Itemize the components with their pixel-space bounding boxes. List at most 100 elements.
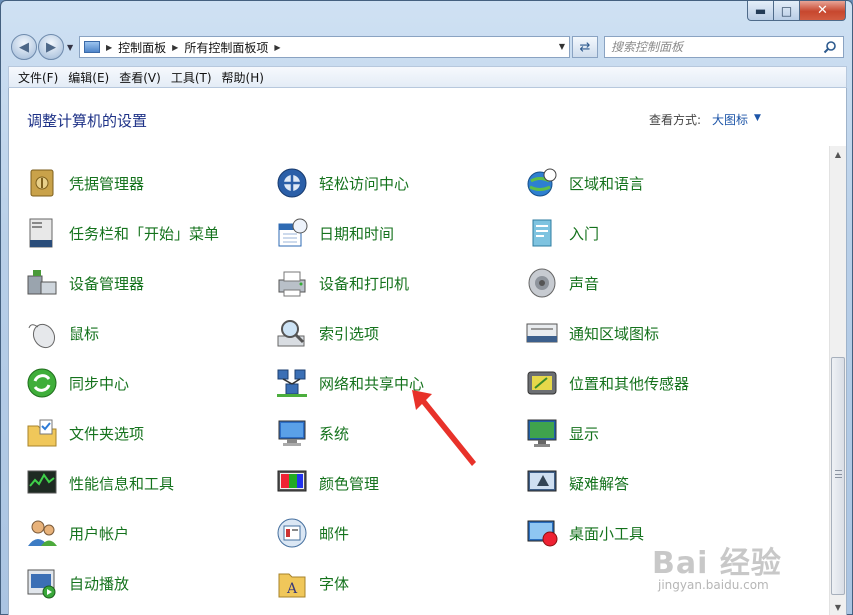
control-panel-item-label[interactable]: 任务栏和「开始」菜单 xyxy=(69,223,219,244)
control-panel-item-label[interactable]: 入门 xyxy=(569,223,599,244)
address-dropdown-icon[interactable]: ▼ xyxy=(559,42,565,51)
magnifier-icon xyxy=(275,316,309,350)
search-icon[interactable] xyxy=(823,40,837,54)
search-input[interactable] xyxy=(611,40,821,54)
control-panel-item-label[interactable]: 日期和时间 xyxy=(319,223,394,244)
location-sensor-icon xyxy=(525,366,559,400)
control-panel-item-label[interactable]: 系统 xyxy=(319,423,349,444)
control-panel-item[interactable]: 同步中心 xyxy=(9,361,249,405)
vertical-scrollbar[interactable]: ▲ ▼ xyxy=(829,146,846,615)
control-panel-item-label[interactable]: 文件夹选项 xyxy=(69,423,144,444)
grip-icon xyxy=(835,470,842,478)
control-panel-item[interactable]: 邮件 xyxy=(259,511,499,555)
svg-text:A: A xyxy=(286,581,298,597)
control-panel-item-label[interactable]: 显示 xyxy=(569,423,599,444)
dropdown-arrow-icon[interactable]: ▼ xyxy=(754,113,761,123)
control-panel-item[interactable]: 区域和语言 xyxy=(509,161,749,205)
breadcrumb-control-panel[interactable]: 控制面板 xyxy=(118,39,166,56)
control-panel-item[interactable]: 性能信息和工具 xyxy=(9,461,249,505)
baidu-watermark: Bai 经验 jingyan.baidu.com xyxy=(652,530,812,600)
calendar-clock-icon xyxy=(275,216,309,250)
control-panel-item[interactable]: 文件夹选项 xyxy=(9,411,249,455)
control-panel-item[interactable]: 鼠标 xyxy=(9,311,249,355)
menu-tools[interactable]: 工具(T) xyxy=(166,69,217,86)
folder-options-icon xyxy=(25,416,59,450)
forward-arrow-icon: ▶ xyxy=(46,39,56,55)
breadcrumb-all-items[interactable]: 所有控制面板项 xyxy=(184,39,268,56)
control-panel-item-label[interactable]: 索引选项 xyxy=(319,323,379,344)
control-panel-item[interactable]: 位置和其他传感器 xyxy=(509,361,749,405)
control-panel-item-label[interactable]: 轻松访问中心 xyxy=(319,173,409,194)
refresh-button[interactable]: ⇄ xyxy=(572,36,598,58)
scroll-up-arrow[interactable]: ▲ xyxy=(830,146,846,163)
control-panel-item[interactable]: 设备和打印机 xyxy=(259,261,499,305)
back-button[interactable]: ◀ xyxy=(11,34,37,60)
view-by-label: 查看方式: xyxy=(649,113,702,127)
chevron-right-icon[interactable]: ▶ xyxy=(106,43,112,52)
control-panel-item[interactable]: 任务栏和「开始」菜单 xyxy=(9,211,249,255)
control-panel-item[interactable]: 显示 xyxy=(509,411,749,455)
control-panel-item[interactable]: 用户帐户 xyxy=(9,511,249,555)
printer-icon xyxy=(275,266,309,300)
control-panel-item[interactable]: 通知区域图标 xyxy=(509,311,749,355)
chevron-right-icon[interactable]: ▶ xyxy=(274,43,280,52)
watermark-url: jingyan.baidu.com xyxy=(658,578,769,592)
control-panel-item-label[interactable]: 自动播放 xyxy=(69,573,129,594)
control-panel-item[interactable]: 索引选项 xyxy=(259,311,499,355)
notification-area-icon xyxy=(525,316,559,350)
autoplay-icon xyxy=(25,566,59,600)
control-panel-item-label[interactable]: 凭据管理器 xyxy=(69,173,144,194)
minimize-button[interactable]: ▬ xyxy=(747,1,774,21)
forward-button[interactable]: ▶ xyxy=(38,34,64,60)
view-by-dropdown[interactable]: 大图标 xyxy=(712,111,748,128)
close-button[interactable]: ✕ xyxy=(800,1,846,21)
maximize-button[interactable]: □ xyxy=(774,1,800,21)
control-panel-item-label[interactable]: 疑难解答 xyxy=(569,473,629,494)
control-panel-item[interactable]: 设备管理器 xyxy=(9,261,249,305)
menu-view[interactable]: 查看(V) xyxy=(114,69,166,86)
control-panel-item-label[interactable]: 鼠标 xyxy=(69,323,99,344)
control-panel-item-label[interactable]: 设备管理器 xyxy=(69,273,144,294)
control-panel-item[interactable]: 声音 xyxy=(509,261,749,305)
scroll-thumb[interactable] xyxy=(831,357,845,595)
control-panel-item[interactable]: 凭据管理器 xyxy=(9,161,249,205)
control-panel-item-label[interactable]: 用户帐户 xyxy=(69,523,129,544)
control-panel-item[interactable]: 日期和时间 xyxy=(259,211,499,255)
control-panel-item-label[interactable]: 网络和共享中心 xyxy=(319,373,424,394)
color-management-icon xyxy=(275,466,309,500)
globe-clock-icon xyxy=(525,166,559,200)
control-panel-item-label[interactable]: 声音 xyxy=(569,273,599,294)
refresh-icon: ⇄ xyxy=(579,39,591,55)
control-panel-item-label[interactable]: 位置和其他传感器 xyxy=(569,373,689,394)
control-panel-item-label[interactable]: 颜色管理 xyxy=(319,473,379,494)
annotation-arrow xyxy=(412,390,476,466)
speaker-icon xyxy=(525,266,559,300)
menu-help[interactable]: 帮助(H) xyxy=(217,69,269,86)
control-panel-item-label[interactable]: 字体 xyxy=(319,573,349,594)
control-panel-item[interactable]: A 字体 xyxy=(259,561,499,605)
control-panel-item-label[interactable]: 区域和语言 xyxy=(569,173,644,194)
control-panel-item-label[interactable]: 邮件 xyxy=(319,523,349,544)
recent-pages-dropdown[interactable]: ▼ xyxy=(67,43,73,52)
scroll-down-arrow[interactable]: ▼ xyxy=(830,599,846,615)
control-panel-item-label[interactable]: 同步中心 xyxy=(69,373,129,394)
vault-icon xyxy=(25,166,59,200)
control-panel-item[interactable]: 入门 xyxy=(509,211,749,255)
getting-started-icon xyxy=(525,216,559,250)
control-panel-item-label[interactable]: 通知区域图标 xyxy=(569,323,659,344)
display-icon xyxy=(525,416,559,450)
menu-edit[interactable]: 编辑(E) xyxy=(63,69,114,86)
control-panel-icon xyxy=(84,41,100,53)
control-panel-item[interactable]: 自动播放 xyxy=(9,561,249,605)
control-panel-item-label[interactable]: 桌面小工具 xyxy=(569,523,644,544)
control-panel-item[interactable]: 轻松访问中心 xyxy=(259,161,499,205)
control-panel-item[interactable]: 疑难解答 xyxy=(509,461,749,505)
ease-of-access-icon xyxy=(275,166,309,200)
control-panel-item-label[interactable]: 性能信息和工具 xyxy=(69,473,174,494)
menu-file[interactable]: 文件(F) xyxy=(13,69,63,86)
search-box[interactable] xyxy=(604,36,844,58)
control-panel-item-label[interactable]: 设备和打印机 xyxy=(319,273,409,294)
gadgets-icon xyxy=(525,516,559,550)
address-bar[interactable]: ▶ 控制面板 ▶ 所有控制面板项 ▶ ▼ xyxy=(79,36,570,58)
chevron-right-icon[interactable]: ▶ xyxy=(172,43,178,52)
